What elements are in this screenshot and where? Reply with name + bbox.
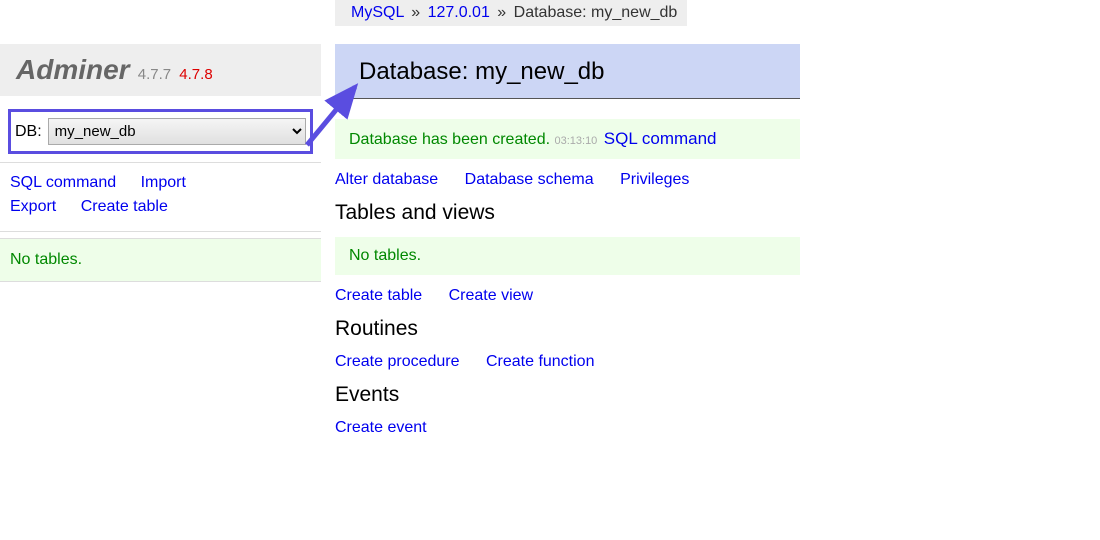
- tables-heading: Tables and views: [335, 201, 800, 225]
- message-sql-link[interactable]: SQL command: [604, 129, 717, 148]
- divider: [0, 231, 321, 232]
- db-select[interactable]: my_new_db: [48, 118, 306, 145]
- privileges-link[interactable]: Privileges: [620, 171, 689, 189]
- db-select-highlight: DB: my_new_db: [8, 109, 313, 154]
- alter-database-link[interactable]: Alter database: [335, 171, 438, 189]
- import-link[interactable]: Import: [141, 171, 186, 195]
- divider: [0, 162, 321, 163]
- logo-bar: Adminer 4.7.7 4.7.8: [0, 44, 321, 97]
- table-action-links: Create table Create view: [335, 287, 800, 305]
- create-table-link[interactable]: Create table: [81, 195, 168, 219]
- page-title: Database: my_new_db: [359, 58, 790, 86]
- events-heading: Events: [335, 383, 800, 407]
- create-event-link[interactable]: Create event: [335, 419, 427, 437]
- breadcrumb-current: Database: my_new_db: [514, 4, 678, 21]
- export-link[interactable]: Export: [10, 195, 56, 219]
- sidebar-links: SQL command Import Export Create table: [0, 171, 321, 227]
- page-heading-bar: Database: my_new_db: [335, 44, 800, 99]
- message-time: 03:13:10: [554, 135, 597, 147]
- main: Database: my_new_db Database has been cr…: [335, 44, 800, 449]
- no-tables-notice: No tables.: [335, 237, 800, 275]
- create-view-link[interactable]: Create view: [449, 287, 533, 305]
- version-current: 4.7.7: [138, 66, 171, 83]
- breadcrumb-server-type[interactable]: MySQL: [351, 4, 404, 21]
- create-function-link[interactable]: Create function: [486, 353, 595, 371]
- content: Database has been created. 03:13:10 SQL …: [335, 99, 800, 437]
- db-action-links: Alter database Database schema Privilege…: [335, 171, 800, 189]
- create-procedure-link[interactable]: Create procedure: [335, 353, 460, 371]
- breadcrumb-sep: »: [497, 4, 506, 21]
- success-message: Database has been created. 03:13:10 SQL …: [335, 119, 800, 159]
- breadcrumb-host[interactable]: 127.0.01: [428, 4, 490, 21]
- product-name: Adminer: [16, 54, 130, 85]
- database-schema-link[interactable]: Database schema: [465, 171, 594, 189]
- routine-action-links: Create procedure Create function: [335, 353, 800, 371]
- message-text: Database has been created.: [349, 131, 550, 148]
- breadcrumb-sep: »: [411, 4, 420, 21]
- sql-command-link[interactable]: SQL command: [10, 171, 116, 195]
- version-new-link[interactable]: 4.7.8: [179, 66, 212, 83]
- breadcrumb: MySQL » 127.0.01 » Database: my_new_db: [335, 0, 687, 26]
- sidebar: Adminer 4.7.7 4.7.8 DB: my_new_db SQL co…: [0, 44, 321, 282]
- create-table-link[interactable]: Create table: [335, 287, 422, 305]
- routines-heading: Routines: [335, 317, 800, 341]
- db-select-label: DB:: [15, 123, 42, 141]
- sidebar-no-tables: No tables.: [0, 238, 321, 282]
- event-action-links: Create event: [335, 419, 800, 437]
